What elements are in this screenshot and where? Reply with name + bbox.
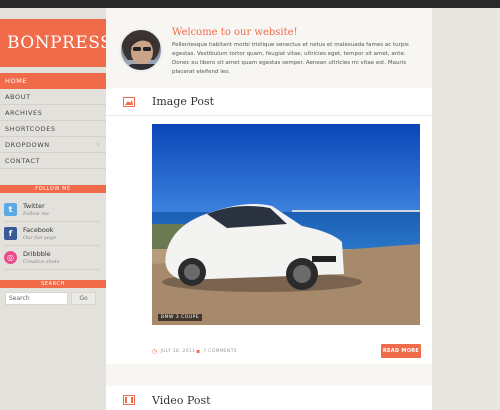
social-name: Twitter: [23, 202, 45, 210]
nav-item-about[interactable]: ABOUT: [0, 89, 106, 105]
post-header: Image Post: [106, 88, 432, 116]
post-title[interactable]: Image Post: [152, 95, 214, 108]
chevron-right-icon: ›: [97, 141, 100, 148]
facebook-icon: f: [4, 227, 17, 240]
social-sub: Follow me: [23, 211, 49, 217]
welcome-text: Pellentesque habitant morbi tristique se…: [172, 42, 409, 75]
read-more-button[interactable]: READ MORE: [381, 344, 421, 358]
social-item-facebook[interactable]: f Facebook Our fan page: [4, 222, 100, 246]
post-comments-text: 7 COMMENTS: [203, 349, 237, 354]
clock-icon: ◷: [152, 348, 158, 355]
social-name: Dribbble: [23, 250, 51, 258]
right-gutter: [432, 8, 500, 410]
post-date: ◷ JULY 18, 2011: [152, 348, 195, 355]
top-bar: [0, 0, 500, 8]
nav-item-home[interactable]: HOME: [0, 73, 106, 89]
post-date-text: JULY 18, 2011: [160, 349, 196, 354]
avatar: [119, 28, 163, 72]
post-header: Video Post: [106, 386, 432, 410]
post-title[interactable]: Video Post: [152, 394, 211, 407]
nav-item-shortcodes[interactable]: SHORTCODES: [0, 121, 106, 137]
search-input[interactable]: Search: [5, 292, 68, 305]
site-logo[interactable]: BONPRESS: [0, 19, 112, 67]
search-go-button[interactable]: Go: [71, 292, 96, 305]
social-name: Facebook: [23, 226, 54, 234]
image-caption: BMW 3 COUPE: [158, 314, 203, 321]
image-icon: [106, 96, 152, 107]
twitter-icon: t: [4, 203, 17, 216]
social-item-twitter[interactable]: t Twitter Follow me: [4, 198, 100, 222]
dribbble-icon: ◎: [4, 251, 17, 264]
video-icon: [106, 395, 152, 405]
follow-widget-title: FOLLOW ME: [0, 185, 106, 193]
post-comments[interactable]: ▪ 7 COMMENTS: [196, 348, 237, 355]
social-list: t Twitter Follow me f Facebook Our fan p…: [4, 198, 100, 270]
post-image[interactable]: [152, 124, 420, 325]
main-nav: HOME ABOUT ARCHIVES SHORTCODES DROPDOWN …: [0, 73, 106, 169]
post-card-video: Video Post: [106, 386, 432, 410]
nav-item-dropdown[interactable]: DROPDOWN ›: [0, 137, 106, 153]
nav-item-contact[interactable]: CONTACT: [0, 153, 106, 169]
nav-item-dropdown-label: DROPDOWN: [5, 141, 50, 149]
search-widget-title: SEARCH: [0, 280, 106, 288]
social-sub: Our fan page: [23, 235, 57, 241]
comment-icon: ▪: [196, 348, 201, 355]
social-item-dribbble[interactable]: ◎ Dribbble Creative shots: [4, 246, 100, 270]
nav-item-archives[interactable]: ARCHIVES: [0, 105, 106, 121]
welcome-title: Welcome to our website!: [172, 27, 298, 38]
social-sub: Creative shots: [23, 259, 60, 265]
